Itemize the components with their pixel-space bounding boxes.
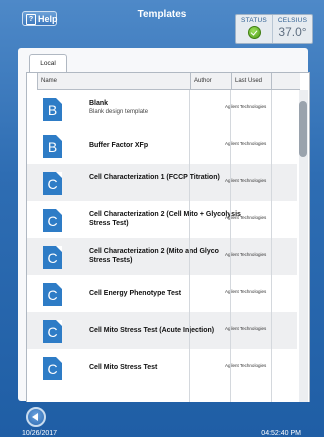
template-row[interactable]: C Cell Mito Stress Test Agilent Technolo… [27, 349, 297, 386]
template-row[interactable]: B Buffer Factor XFp Agilent Technologies [27, 127, 297, 164]
template-row[interactable]: C Cell Mito Stress Test (Acute Injection… [27, 312, 297, 349]
column-divider [271, 90, 272, 402]
template-name: Cell Mito Stress Test [89, 364, 158, 371]
template-author: Agilent Technologies [225, 289, 267, 294]
celsius-label: CELSIUS [277, 17, 308, 24]
temperature-column: CELSIUS 37.0° [273, 15, 312, 43]
templates-list: Name Author Last Used B Blank Blank desig… [26, 72, 310, 402]
cell-template-icon: C [43, 246, 62, 269]
template-row[interactable]: B Blank Blank design template Agilent Tec… [27, 90, 297, 127]
template-author: Agilent Technologies [225, 141, 267, 146]
footer-date: 10/26/2017 [22, 430, 58, 437]
template-author: Agilent Technologies [225, 104, 267, 109]
templates-panel: Local Name Author Last Used B Blank Blank… [18, 48, 310, 402]
template-author: Agilent Technologies [225, 215, 267, 220]
back-button[interactable] [26, 407, 46, 427]
template-name: Cell Characterization 2 (Mito and Glyco … [89, 248, 219, 264]
template-description: Blank design template [89, 109, 149, 115]
top-bar: ? Help Templates STATUS CELSIUS 37.0° [0, 0, 324, 46]
template-row[interactable]: C Cell Characterization 1 (FCCP Titratio… [27, 164, 297, 201]
temperature-value: 37.0° [278, 25, 307, 39]
template-author: Agilent Technologies [225, 178, 267, 183]
template-name: Buffer Factor XFp [89, 142, 149, 149]
cell-template-icon: C [43, 283, 62, 306]
template-name: Cell Mito Stress Test (Acute Injection) [89, 327, 215, 334]
template-name: Cell Energy Phenotype Test [89, 290, 182, 297]
column-divider [189, 90, 190, 402]
cell-template-icon: C [43, 357, 62, 380]
cell-template-icon: C [43, 320, 62, 343]
column-divider [230, 90, 231, 402]
template-row[interactable]: C Cell Energy Phenotype Test Agilent Tec… [27, 275, 297, 312]
template-name: Cell Characterization 2 (Cell Mito + Gly… [89, 211, 241, 227]
blank-template-icon: B [43, 135, 62, 158]
template-name: Cell Characterization 1 (FCCP Titration) [89, 174, 220, 181]
list-header: Name Author Last Used [37, 73, 300, 90]
scrollbar-thumb[interactable] [299, 101, 307, 157]
template-name: Blank Blank design template [89, 99, 242, 117]
status-column: STATUS [236, 15, 273, 43]
tab-local[interactable]: Local [29, 54, 67, 73]
template-row[interactable]: C Cell Characterization 2 (Cell Mito + G… [27, 201, 297, 238]
cell-template-icon: C [43, 209, 62, 232]
column-header-last-used[interactable]: Last Used [232, 73, 272, 89]
status-ok-icon [248, 26, 261, 39]
status-label: STATUS [241, 17, 267, 24]
footer-time: 04:52:40 PM [261, 430, 301, 437]
template-rows: B Blank Blank design template Agilent Tec… [27, 90, 297, 386]
blank-template-icon: B [43, 98, 62, 121]
template-author: Agilent Technologies [225, 326, 267, 331]
cell-template-icon: C [43, 172, 62, 195]
column-header-name[interactable]: Name [38, 73, 191, 89]
template-row[interactable]: C Cell Characterization 2 (Mito and Glyc… [27, 238, 297, 275]
status-panel: STATUS CELSIUS 37.0° [235, 14, 313, 44]
column-header-author[interactable]: Author [191, 73, 232, 89]
template-author: Agilent Technologies [225, 363, 267, 368]
template-author: Agilent Technologies [225, 252, 267, 257]
